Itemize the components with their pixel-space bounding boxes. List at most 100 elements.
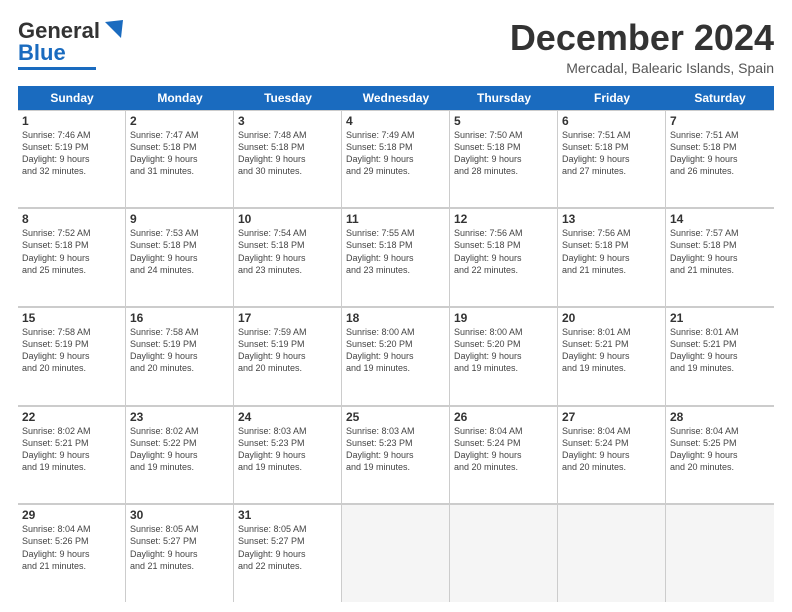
calendar-day-3: 3Sunrise: 7:48 AMSunset: 5:18 PMDaylight… xyxy=(234,110,342,208)
day-info: Sunrise: 7:47 AMSunset: 5:18 PMDaylight:… xyxy=(130,129,229,178)
location: Mercadal, Balearic Islands, Spain xyxy=(510,60,774,76)
day-number: 24 xyxy=(238,410,337,424)
day-number: 4 xyxy=(346,114,445,128)
calendar-day-30: 30Sunrise: 8:05 AMSunset: 5:27 PMDayligh… xyxy=(126,504,234,602)
weekday-header-friday: Friday xyxy=(558,86,666,110)
day-number: 6 xyxy=(562,114,661,128)
calendar-day-11: 11Sunrise: 7:55 AMSunset: 5:18 PMDayligh… xyxy=(342,208,450,306)
calendar-day-31: 31Sunrise: 8:05 AMSunset: 5:27 PMDayligh… xyxy=(234,504,342,602)
calendar-day-16: 16Sunrise: 7:58 AMSunset: 5:19 PMDayligh… xyxy=(126,307,234,405)
calendar-header: SundayMondayTuesdayWednesdayThursdayFrid… xyxy=(18,86,774,110)
day-number: 5 xyxy=(454,114,553,128)
day-number: 10 xyxy=(238,212,337,226)
page: General Blue December 2024 Mercadal, Bal… xyxy=(0,0,792,612)
calendar: SundayMondayTuesdayWednesdayThursdayFrid… xyxy=(18,86,774,602)
day-info: Sunrise: 8:01 AMSunset: 5:21 PMDaylight:… xyxy=(670,326,770,375)
day-number: 9 xyxy=(130,212,229,226)
day-info: Sunrise: 7:54 AMSunset: 5:18 PMDaylight:… xyxy=(238,227,337,276)
day-info: Sunrise: 7:51 AMSunset: 5:18 PMDaylight:… xyxy=(670,129,770,178)
calendar-week-4: 22Sunrise: 8:02 AMSunset: 5:21 PMDayligh… xyxy=(18,406,774,505)
weekday-header-saturday: Saturday xyxy=(666,86,774,110)
day-info: Sunrise: 7:52 AMSunset: 5:18 PMDaylight:… xyxy=(22,227,121,276)
day-info: Sunrise: 7:56 AMSunset: 5:18 PMDaylight:… xyxy=(562,227,661,276)
logo-wing-icon xyxy=(101,20,123,38)
day-info: Sunrise: 7:51 AMSunset: 5:18 PMDaylight:… xyxy=(562,129,661,178)
day-info: Sunrise: 8:02 AMSunset: 5:22 PMDaylight:… xyxy=(130,425,229,474)
calendar-day-6: 6Sunrise: 7:51 AMSunset: 5:18 PMDaylight… xyxy=(558,110,666,208)
day-info: Sunrise: 8:02 AMSunset: 5:21 PMDaylight:… xyxy=(22,425,121,474)
day-info: Sunrise: 7:59 AMSunset: 5:19 PMDaylight:… xyxy=(238,326,337,375)
calendar-day-22: 22Sunrise: 8:02 AMSunset: 5:21 PMDayligh… xyxy=(18,406,126,504)
day-number: 14 xyxy=(670,212,770,226)
logo-blue: Blue xyxy=(18,40,66,66)
calendar-day-21: 21Sunrise: 8:01 AMSunset: 5:21 PMDayligh… xyxy=(666,307,774,405)
header: General Blue December 2024 Mercadal, Bal… xyxy=(18,18,774,76)
day-info: Sunrise: 8:00 AMSunset: 5:20 PMDaylight:… xyxy=(454,326,553,375)
calendar-week-5: 29Sunrise: 8:04 AMSunset: 5:26 PMDayligh… xyxy=(18,504,774,602)
day-info: Sunrise: 7:58 AMSunset: 5:19 PMDaylight:… xyxy=(22,326,121,375)
weekday-header-wednesday: Wednesday xyxy=(342,86,450,110)
month-title: December 2024 xyxy=(510,18,774,58)
day-number: 29 xyxy=(22,508,121,522)
day-number: 23 xyxy=(130,410,229,424)
calendar-day-1: 1Sunrise: 7:46 AMSunset: 5:19 PMDaylight… xyxy=(18,110,126,208)
day-info: Sunrise: 8:04 AMSunset: 5:26 PMDaylight:… xyxy=(22,523,121,572)
day-number: 19 xyxy=(454,311,553,325)
calendar-day-8: 8Sunrise: 7:52 AMSunset: 5:18 PMDaylight… xyxy=(18,208,126,306)
day-info: Sunrise: 7:49 AMSunset: 5:18 PMDaylight:… xyxy=(346,129,445,178)
calendar-day-20: 20Sunrise: 8:01 AMSunset: 5:21 PMDayligh… xyxy=(558,307,666,405)
day-number: 16 xyxy=(130,311,229,325)
weekday-header-thursday: Thursday xyxy=(450,86,558,110)
day-info: Sunrise: 7:57 AMSunset: 5:18 PMDaylight:… xyxy=(670,227,770,276)
weekday-header-sunday: Sunday xyxy=(18,86,126,110)
calendar-week-3: 15Sunrise: 7:58 AMSunset: 5:19 PMDayligh… xyxy=(18,307,774,406)
calendar-day-28: 28Sunrise: 8:04 AMSunset: 5:25 PMDayligh… xyxy=(666,406,774,504)
day-info: Sunrise: 8:04 AMSunset: 5:24 PMDaylight:… xyxy=(562,425,661,474)
day-info: Sunrise: 7:56 AMSunset: 5:18 PMDaylight:… xyxy=(454,227,553,276)
day-info: Sunrise: 7:48 AMSunset: 5:18 PMDaylight:… xyxy=(238,129,337,178)
calendar-day-26: 26Sunrise: 8:04 AMSunset: 5:24 PMDayligh… xyxy=(450,406,558,504)
day-info: Sunrise: 8:03 AMSunset: 5:23 PMDaylight:… xyxy=(238,425,337,474)
day-number: 17 xyxy=(238,311,337,325)
weekday-header-monday: Monday xyxy=(126,86,234,110)
day-number: 18 xyxy=(346,311,445,325)
day-number: 3 xyxy=(238,114,337,128)
day-number: 22 xyxy=(22,410,121,424)
calendar-empty-cell xyxy=(450,504,558,602)
day-number: 28 xyxy=(670,410,770,424)
day-number: 8 xyxy=(22,212,121,226)
day-number: 13 xyxy=(562,212,661,226)
calendar-day-19: 19Sunrise: 8:00 AMSunset: 5:20 PMDayligh… xyxy=(450,307,558,405)
calendar-day-15: 15Sunrise: 7:58 AMSunset: 5:19 PMDayligh… xyxy=(18,307,126,405)
title-area: December 2024 Mercadal, Balearic Islands… xyxy=(510,18,774,76)
calendar-day-25: 25Sunrise: 8:03 AMSunset: 5:23 PMDayligh… xyxy=(342,406,450,504)
calendar-day-9: 9Sunrise: 7:53 AMSunset: 5:18 PMDaylight… xyxy=(126,208,234,306)
day-info: Sunrise: 8:00 AMSunset: 5:20 PMDaylight:… xyxy=(346,326,445,375)
day-number: 26 xyxy=(454,410,553,424)
calendar-empty-cell xyxy=(666,504,774,602)
day-info: Sunrise: 7:53 AMSunset: 5:18 PMDaylight:… xyxy=(130,227,229,276)
day-info: Sunrise: 8:05 AMSunset: 5:27 PMDaylight:… xyxy=(130,523,229,572)
logo: General Blue xyxy=(18,18,123,70)
day-info: Sunrise: 8:04 AMSunset: 5:25 PMDaylight:… xyxy=(670,425,770,474)
calendar-day-24: 24Sunrise: 8:03 AMSunset: 5:23 PMDayligh… xyxy=(234,406,342,504)
calendar-week-1: 1Sunrise: 7:46 AMSunset: 5:19 PMDaylight… xyxy=(18,110,774,209)
calendar-day-23: 23Sunrise: 8:02 AMSunset: 5:22 PMDayligh… xyxy=(126,406,234,504)
day-number: 15 xyxy=(22,311,121,325)
calendar-day-14: 14Sunrise: 7:57 AMSunset: 5:18 PMDayligh… xyxy=(666,208,774,306)
calendar-day-29: 29Sunrise: 8:04 AMSunset: 5:26 PMDayligh… xyxy=(18,504,126,602)
calendar-empty-cell xyxy=(342,504,450,602)
day-info: Sunrise: 8:03 AMSunset: 5:23 PMDaylight:… xyxy=(346,425,445,474)
calendar-day-5: 5Sunrise: 7:50 AMSunset: 5:18 PMDaylight… xyxy=(450,110,558,208)
day-info: Sunrise: 7:55 AMSunset: 5:18 PMDaylight:… xyxy=(346,227,445,276)
day-number: 21 xyxy=(670,311,770,325)
weekday-header-tuesday: Tuesday xyxy=(234,86,342,110)
calendar-day-13: 13Sunrise: 7:56 AMSunset: 5:18 PMDayligh… xyxy=(558,208,666,306)
day-info: Sunrise: 7:46 AMSunset: 5:19 PMDaylight:… xyxy=(22,129,121,178)
calendar-day-12: 12Sunrise: 7:56 AMSunset: 5:18 PMDayligh… xyxy=(450,208,558,306)
calendar-empty-cell xyxy=(558,504,666,602)
calendar-day-17: 17Sunrise: 7:59 AMSunset: 5:19 PMDayligh… xyxy=(234,307,342,405)
day-number: 20 xyxy=(562,311,661,325)
day-info: Sunrise: 8:01 AMSunset: 5:21 PMDaylight:… xyxy=(562,326,661,375)
day-number: 27 xyxy=(562,410,661,424)
